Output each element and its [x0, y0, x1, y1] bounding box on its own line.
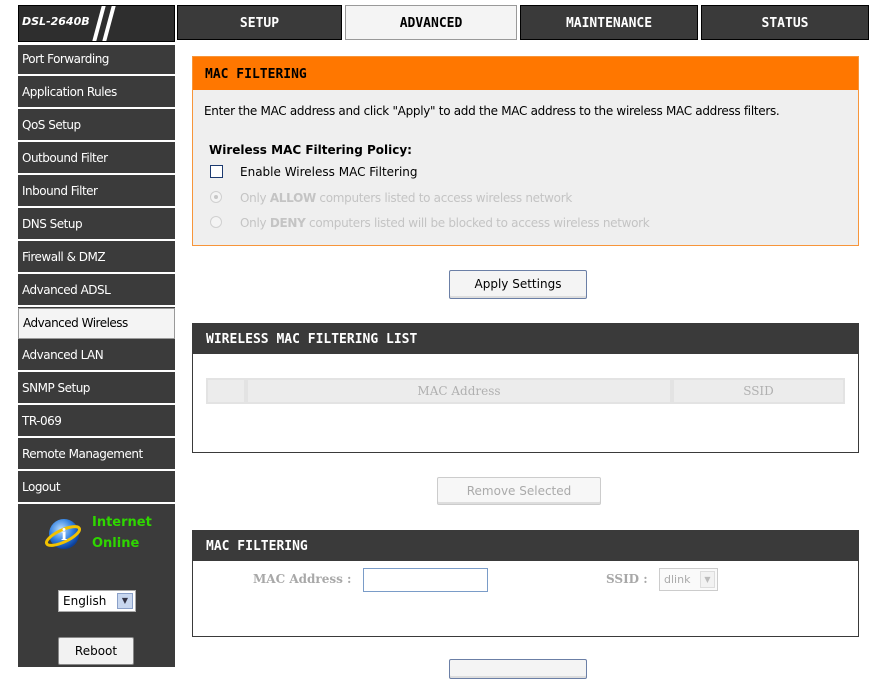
model-name: DSL-2640B: [22, 15, 90, 28]
deny-suffix: computers listed will be blocked to acce…: [305, 216, 650, 230]
tab-setup[interactable]: SETUP: [177, 5, 342, 40]
tab-advanced[interactable]: ADVANCED: [345, 5, 517, 40]
policy-title: Wireless MAC Filtering Policy:: [209, 143, 412, 157]
sidebar-item-tr-069[interactable]: TR-069: [18, 407, 175, 438]
enable-wireless-mac-filtering-checkbox[interactable]: [210, 165, 223, 178]
mac-entry-title: MAC FILTERING: [193, 531, 858, 561]
tab-status[interactable]: STATUS: [701, 5, 869, 40]
reboot-button[interactable]: Reboot: [58, 637, 134, 665]
tab-maintenance[interactable]: MAINTENANCE: [520, 5, 698, 40]
mac-filtering-description: Enter the MAC address and click "Apply" …: [204, 104, 780, 118]
logo-stripe-2: [102, 6, 116, 41]
mac-filtering-entry-panel: MAC FILTERING MAC Address : SSID : dlink…: [192, 530, 859, 637]
top-navigation-bar: DSL-2640B SETUP ADVANCED MAINTENANCE STA…: [0, 0, 872, 45]
sidebar-item-firewall-dmz[interactable]: Firewall & DMZ: [18, 243, 175, 274]
sidebar-item-remote-management[interactable]: Remote Management: [18, 440, 175, 471]
ssid-value: dlink: [664, 573, 691, 586]
chevron-down-icon[interactable]: ▼: [700, 571, 715, 588]
language-value: English: [63, 594, 107, 608]
mac-filtering-policy-panel: MAC FILTERING Enter the MAC address and …: [192, 56, 859, 246]
table-header-select: [208, 380, 244, 402]
ssid-label: SSID :: [606, 572, 648, 586]
sidebar-item-advanced-lan[interactable]: Advanced LAN: [18, 341, 175, 372]
apply-settings-button[interactable]: Apply Settings: [449, 270, 587, 299]
internet-status-globe-icon: i: [44, 519, 82, 549]
ssid-select[interactable]: dlink ▼: [659, 568, 718, 591]
sidebar-item-application-rules[interactable]: Application Rules: [18, 78, 175, 109]
mac-filtering-title: MAC FILTERING: [193, 57, 858, 90]
allow-suffix: computers listed to access wireless netw…: [315, 191, 572, 205]
sidebar-item-qos-setup[interactable]: QoS Setup: [18, 111, 175, 142]
wireless-mac-filtering-list-panel: WIRELESS MAC FILTERING LIST MAC Address …: [192, 323, 859, 453]
allow-policy-radio[interactable]: [210, 191, 222, 203]
model-logo: DSL-2640B: [18, 5, 175, 42]
enable-wireless-mac-filtering-label: Enable Wireless MAC Filtering: [240, 165, 418, 179]
chevron-down-icon[interactable]: ▼: [117, 593, 133, 609]
sidebar-item-inbound-filter[interactable]: Inbound Filter: [18, 177, 175, 208]
online-status-label: Online: [92, 536, 140, 551]
deny-prefix: Only: [240, 216, 270, 230]
svg-text:i: i: [61, 525, 67, 544]
mac-address-label: MAC Address :: [253, 572, 352, 586]
deny-keyword: DENY: [269, 216, 306, 230]
language-select[interactable]: English ▼: [58, 590, 136, 612]
sidebar-item-advanced-wireless[interactable]: Advanced Wireless: [18, 308, 175, 339]
deny-policy-label: Only DENY computers listed will be block…: [240, 216, 650, 230]
sidebar-item-logout[interactable]: Logout: [18, 473, 175, 504]
mac-address-input[interactable]: [363, 568, 488, 592]
sidebar-item-port-forwarding[interactable]: Port Forwarding: [18, 45, 175, 76]
sidebar-item-advanced-adsl[interactable]: Advanced ADSL: [18, 276, 175, 307]
table-header-ssid: SSID: [674, 380, 843, 402]
allow-keyword: ALLOW: [269, 191, 316, 205]
sidebar-item-outbound-filter[interactable]: Outbound Filter: [18, 144, 175, 175]
filter-list-title: WIRELESS MAC FILTERING LIST: [193, 324, 858, 354]
internet-status-label: Internet: [92, 515, 152, 530]
remove-selected-button[interactable]: Remove Selected: [437, 477, 601, 505]
sidebar-item-snmp-setup[interactable]: SNMP Setup: [18, 374, 175, 405]
allow-policy-label: Only ALLOW computers listed to access wi…: [240, 191, 572, 205]
allow-prefix: Only: [240, 191, 270, 205]
sidebar: Port Forwarding Application Rules QoS Se…: [18, 45, 175, 667]
deny-policy-radio[interactable]: [210, 216, 222, 228]
filter-list-table: MAC Address SSID: [206, 378, 845, 404]
sidebar-item-dns-setup[interactable]: DNS Setup: [18, 210, 175, 241]
add-button-partial[interactable]: [449, 659, 587, 679]
radio-dot: [214, 195, 218, 199]
table-header-mac-address: MAC Address: [248, 380, 670, 402]
